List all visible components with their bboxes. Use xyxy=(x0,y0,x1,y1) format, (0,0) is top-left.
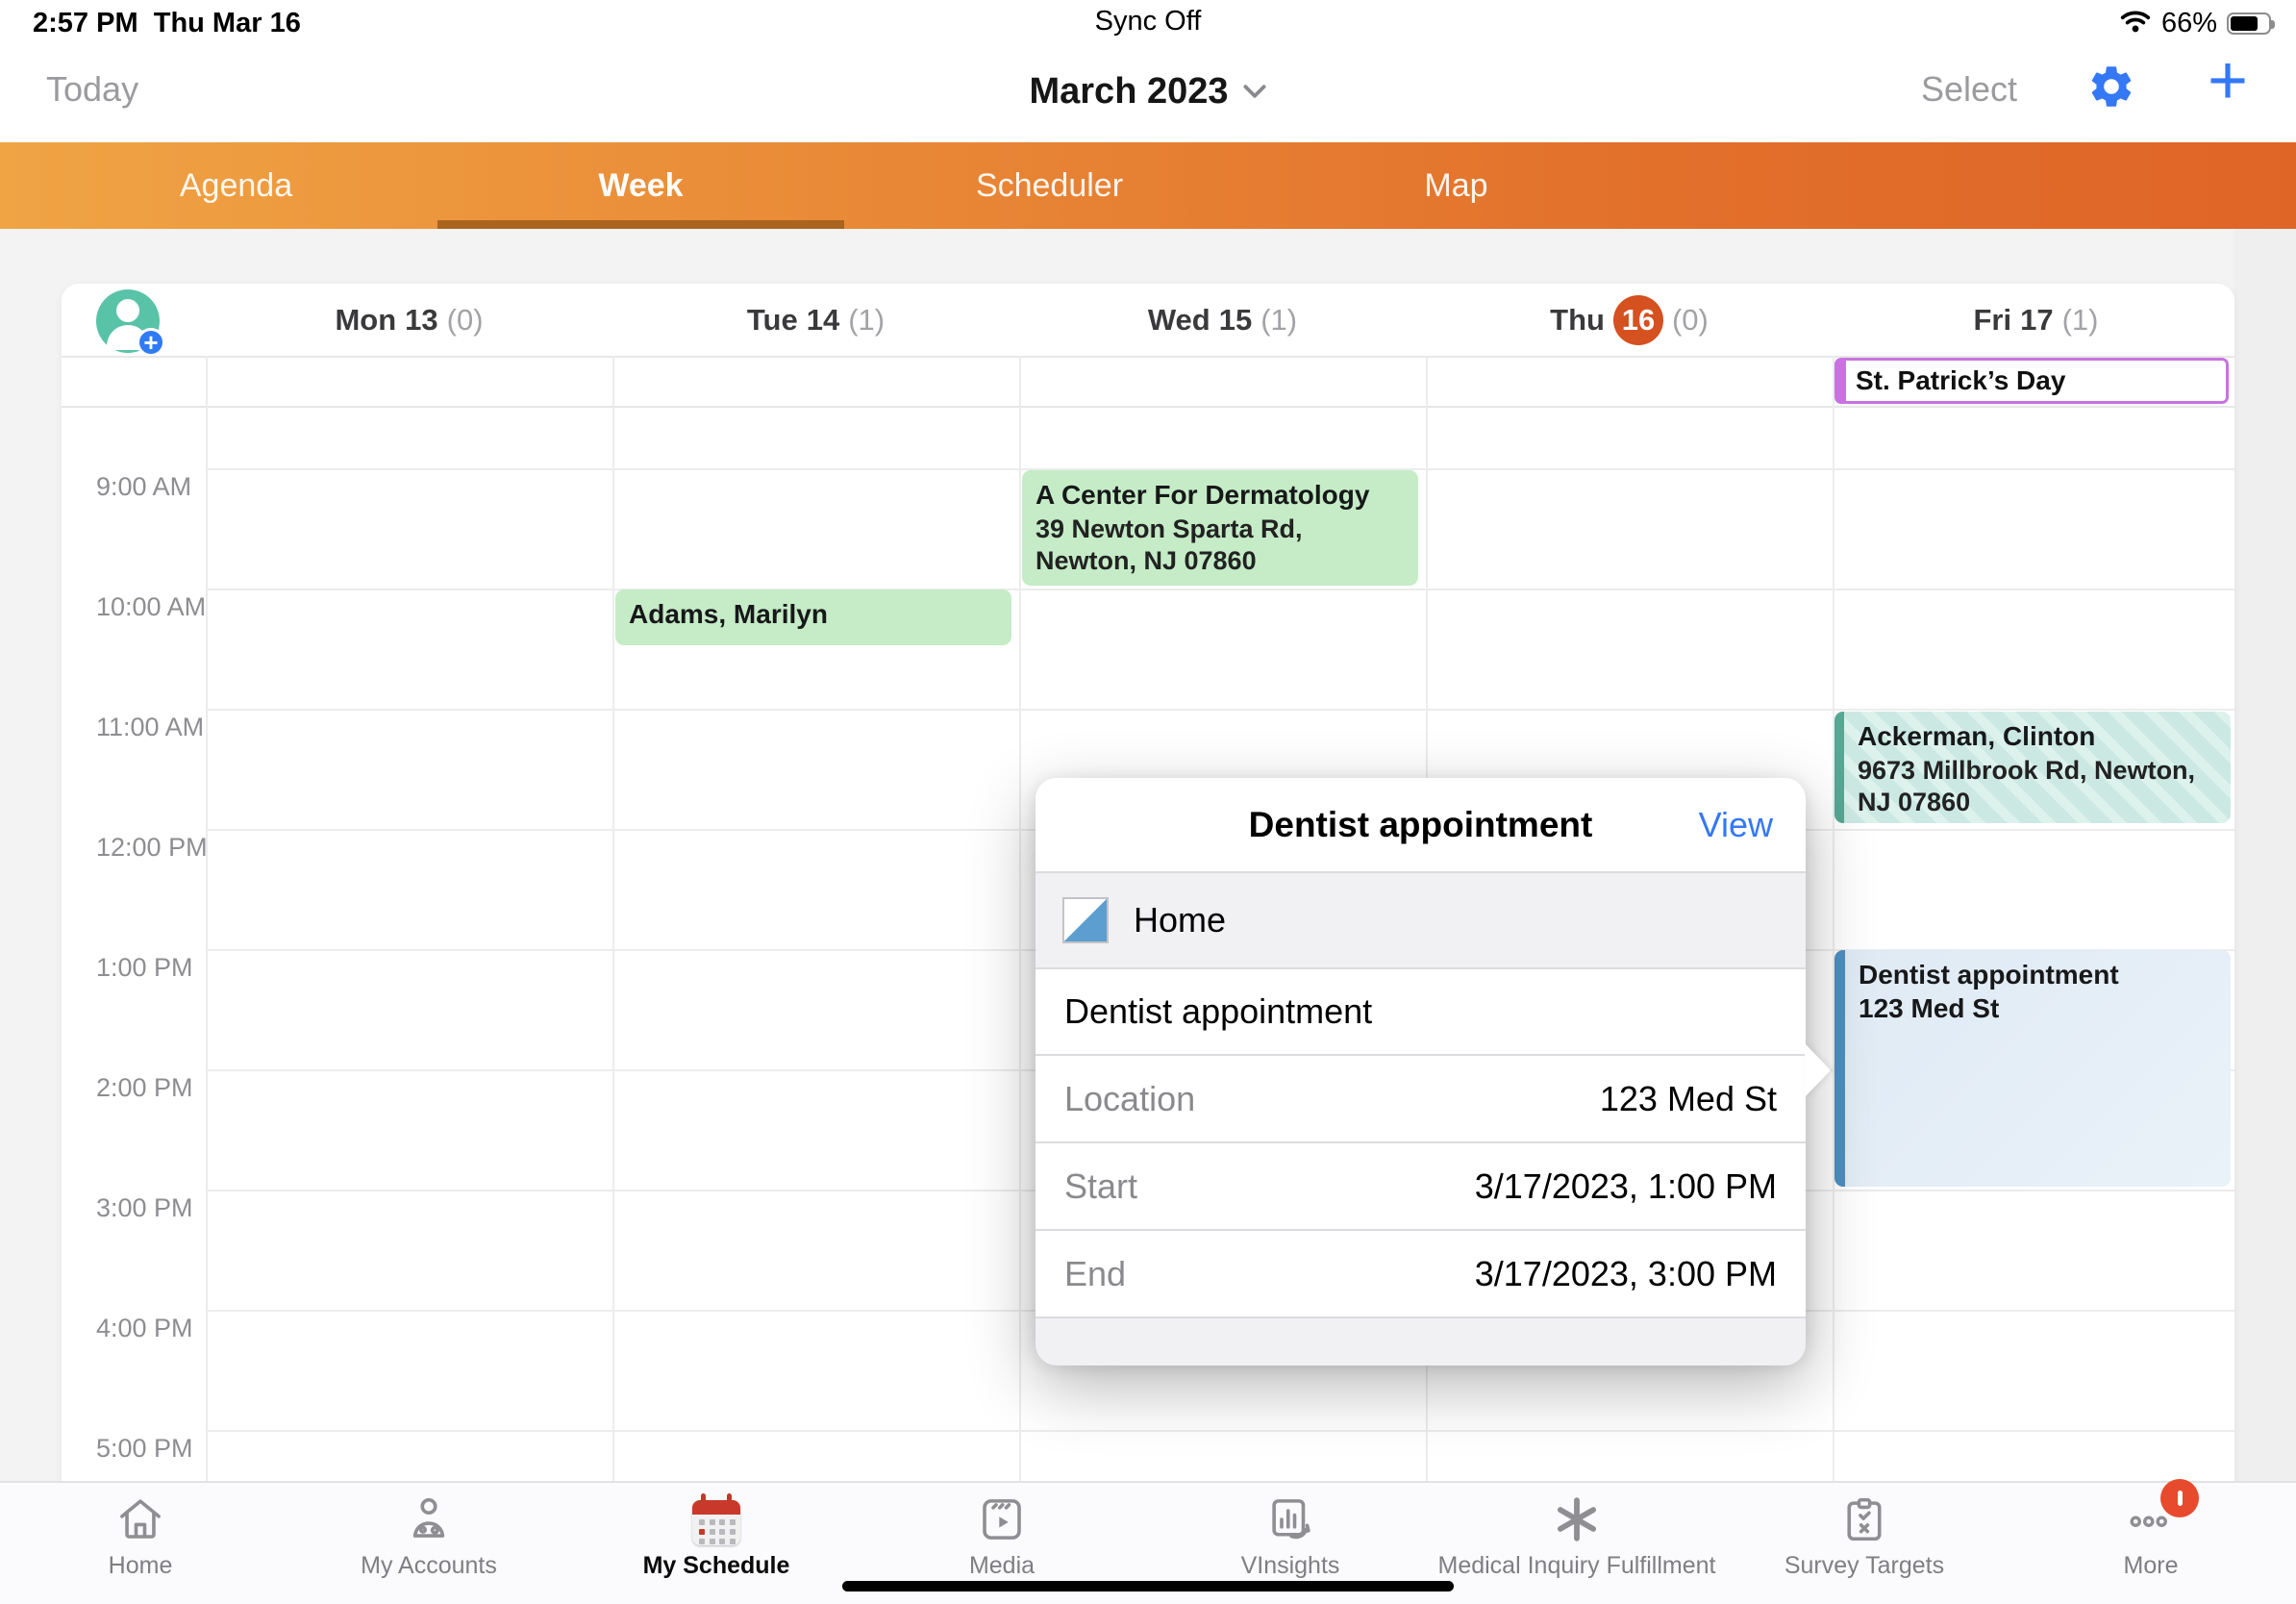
grid-line xyxy=(612,356,614,1486)
home-icon xyxy=(113,1492,167,1546)
day-header-thu-today[interactable]: Thu16(0) xyxy=(1426,284,1833,356)
day-header-wed[interactable]: Wed15(1) xyxy=(1019,284,1426,356)
grid-line xyxy=(206,709,2234,711)
media-icon xyxy=(975,1492,1029,1546)
end-row: End3/17/2023, 3:00 PM xyxy=(1036,1231,1806,1318)
time-label: 12:00 PM xyxy=(96,833,208,863)
time-label: 11:00 AM xyxy=(96,713,204,742)
chevron-down-icon xyxy=(1242,67,1267,109)
tab-agenda[interactable]: Agenda xyxy=(33,142,439,229)
day-header-tue[interactable]: Tue14(1) xyxy=(612,284,1019,356)
event-ackerman-clinton[interactable]: Ackerman, Clinton 9673 Millbrook Rd, New… xyxy=(1834,712,2231,823)
event-detail-popover: Dentist appointment View Home Dentist ap… xyxy=(1036,778,1806,1361)
subject-row: Dentist appointment xyxy=(1036,969,1806,1056)
view-button[interactable]: View xyxy=(1699,805,1773,845)
time-label: 2:00 PM xyxy=(96,1073,193,1103)
event-dermatology[interactable]: A Center For Dermatology 39 Newton Spart… xyxy=(1022,470,1418,586)
tabbar-home[interactable]: Home xyxy=(0,1492,285,1580)
schedule-calendar-icon xyxy=(689,1492,743,1546)
time-label: 10:00 AM xyxy=(96,592,206,622)
popover-arrow xyxy=(1805,1043,1831,1097)
settings-gear-icon[interactable] xyxy=(2086,62,2136,112)
location-row: Location123 Med St xyxy=(1036,1056,1806,1143)
day-header-mon[interactable]: Mon13(0) xyxy=(206,284,612,356)
grid-line xyxy=(206,589,2234,590)
tabbar-my-accounts[interactable]: My Accounts xyxy=(285,1492,573,1580)
tabbar-medical-inquiry[interactable]: Medical Inquiry Fulfillment xyxy=(1433,1492,1721,1580)
app-screen: 2:57 PM Thu Mar 16 Sync Off 66% Today Ma… xyxy=(0,0,2296,1604)
star-of-life-icon xyxy=(1550,1492,1604,1546)
tab-scheduler[interactable]: Scheduler xyxy=(846,142,1253,229)
today-date-badge: 16 xyxy=(1613,295,1663,345)
vinsights-chart-icon xyxy=(1263,1492,1317,1546)
tabbar-my-schedule[interactable]: My Schedule xyxy=(572,1492,861,1580)
grid-line xyxy=(1833,356,1834,1486)
tabbar-survey-targets[interactable]: Survey Targets xyxy=(1720,1492,2009,1580)
time-label: 9:00 AM xyxy=(96,472,191,502)
sync-status: Sync Off xyxy=(0,6,2296,38)
survey-clipboard-icon xyxy=(1837,1492,1891,1546)
event-adams-marilyn[interactable]: Adams, Marilyn xyxy=(615,589,1011,645)
tab-map[interactable]: Map xyxy=(1253,142,1660,229)
more-dots-icon xyxy=(2124,1492,2178,1546)
popover-footer xyxy=(1036,1318,1806,1366)
time-label: 5:00 PM xyxy=(96,1434,193,1464)
time-label: 3:00 PM xyxy=(96,1193,193,1223)
calendar-color-icon xyxy=(1062,897,1109,943)
grid-line xyxy=(206,1430,2234,1432)
status-right: 66% xyxy=(2119,8,2271,39)
wifi-icon xyxy=(2119,9,2152,38)
tabbar-more[interactable]: More xyxy=(2007,1492,2295,1580)
accounts-person-icon xyxy=(402,1492,456,1546)
add-event-button[interactable]: + xyxy=(2208,46,2248,115)
calendar-source-row[interactable]: Home xyxy=(1036,873,1806,969)
top-bar: 2:57 PM Thu Mar 16 Sync Off 66% Today Ma… xyxy=(0,0,2296,142)
tabbar-vinsights[interactable]: VInsights xyxy=(1146,1492,1435,1580)
popover-title: Dentist appointment xyxy=(1249,805,1593,845)
tab-week[interactable]: Week xyxy=(437,142,844,229)
event-dentist-appointment[interactable]: Dentist appointment 123 Med St xyxy=(1834,950,2231,1187)
add-person-avatar-icon[interactable]: + xyxy=(96,289,160,353)
active-tab-underline xyxy=(437,220,844,229)
start-row: Start3/17/2023, 1:00 PM xyxy=(1036,1143,1806,1231)
time-label: 4:00 PM xyxy=(96,1314,193,1343)
battery-percent: 66% xyxy=(2161,8,2217,39)
more-notification-badge xyxy=(2160,1479,2199,1517)
time-label: 1:00 PM xyxy=(96,953,193,983)
day-header-fri[interactable]: Fri17(1) xyxy=(1833,284,2239,356)
view-tab-bar: Agenda Week Scheduler Map xyxy=(0,142,2296,229)
page-background-strip xyxy=(2234,229,2296,1481)
tabbar-media[interactable]: Media xyxy=(858,1492,1146,1580)
grid-line xyxy=(1019,356,1021,1486)
select-button[interactable]: Select xyxy=(1921,69,2017,110)
holiday-banner[interactable]: St. Patrick’s Day xyxy=(1834,358,2229,404)
home-indicator[interactable] xyxy=(842,1581,1454,1591)
battery-icon xyxy=(2227,13,2271,35)
popover-header: Dentist appointment View xyxy=(1036,778,1806,873)
grid-line xyxy=(206,356,208,1486)
